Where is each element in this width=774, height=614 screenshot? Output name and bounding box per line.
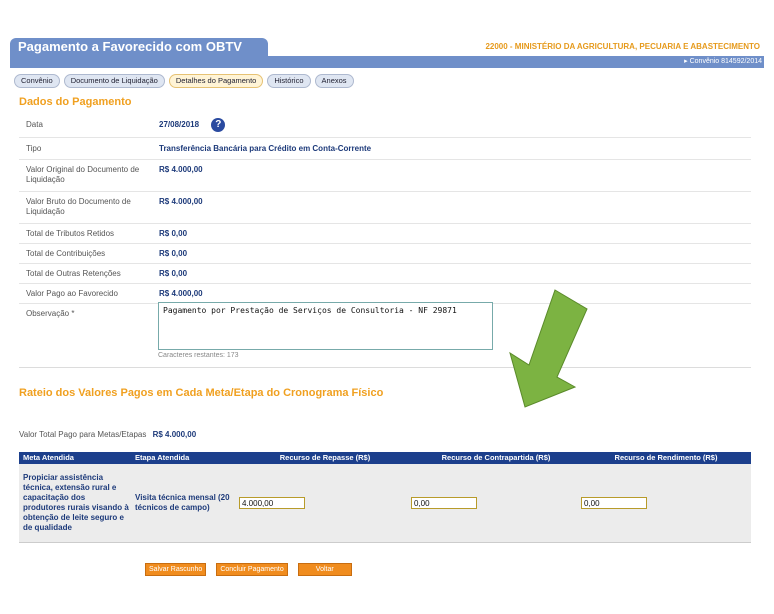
value-valor-pago: R$ 4.000,00 xyxy=(159,288,203,298)
chars-remaining: Caracteres restantes: 173 xyxy=(158,352,239,359)
help-icon[interactable]: ? xyxy=(211,117,226,132)
header-repasse: Recurso de Repasse (R$) xyxy=(279,453,371,462)
section-divider xyxy=(19,367,751,368)
label-tributos: Total de Tributos Retidos xyxy=(26,228,115,238)
concluir-pagamento-button[interactable]: Concluir Pagamento xyxy=(216,563,288,576)
repasse-input[interactable]: 4.000,00 xyxy=(239,497,305,509)
contrapartida-input[interactable]: 0,00 xyxy=(411,497,477,509)
tab-anexos[interactable]: Anexos xyxy=(314,74,354,88)
total-pago-metas: Valor Total Pago para Metas/Etapas R$ 4.… xyxy=(19,430,196,439)
label-observacao: Observação * xyxy=(26,309,75,318)
row-tipo: Tipo Transferência Bancária para Crédito… xyxy=(19,138,751,160)
green-arrow-icon xyxy=(509,289,588,408)
header-bar xyxy=(10,56,764,68)
convenio-link[interactable]: ▸ Convênio 814592/2014 xyxy=(684,57,762,67)
cell-rendimento: 0,00 xyxy=(581,497,751,509)
row-outras-retencoes: Total de Outras Retenções R$ 0,00 xyxy=(19,264,751,284)
value-tipo: Transferência Bancária para Crédito em C… xyxy=(159,143,372,153)
header-meta: Meta Atendida xyxy=(23,453,74,462)
header-etapa: Etapa Atendida xyxy=(135,453,190,462)
page-title: Pagamento a Favorecido com OBTV xyxy=(10,38,268,56)
value-tributos: R$ 0,00 xyxy=(159,228,188,238)
value-data-text: 27/08/2018 xyxy=(159,119,200,129)
cell-repasse: 4.000,00 xyxy=(239,497,411,509)
label-data: Data xyxy=(26,119,43,129)
observacao-textarea[interactable]: Pagamento por Prestação de Serviços de C… xyxy=(158,302,493,350)
section-title-rateio: Rateio dos Valores Pagos em Cada Meta/Et… xyxy=(19,387,384,399)
label-contribuicoes: Total de Contribuições xyxy=(26,248,106,258)
section-title-dados: Dados do Pagamento xyxy=(19,96,132,108)
cell-meta: Propiciar assistência técnica, extensão … xyxy=(23,473,129,532)
total-pago-label: Valor Total Pago para Metas/Etapas xyxy=(19,430,147,439)
value-valor-original: R$ 4.000,00 xyxy=(159,165,203,174)
tab-detalhes-pagamento[interactable]: Detalhes do Pagamento xyxy=(168,74,264,88)
row-valor-original: Valor Original do Documento de Liquidaçã… xyxy=(19,160,751,192)
row-tributos: Total de Tributos Retidos R$ 0,00 xyxy=(19,224,751,244)
value-outras-retencoes: R$ 0,00 xyxy=(159,268,188,278)
rendimento-input[interactable]: 0,00 xyxy=(581,497,647,509)
tab-bar: Convênio Documento de Liquidação Detalhe… xyxy=(14,74,354,88)
row-valor-pago: Valor Pago ao Favorecido R$ 4.000,00 xyxy=(19,284,751,304)
header-contrapartida: Recurso de Contrapartida (R$) xyxy=(441,453,551,462)
label-valor-pago: Valor Pago ao Favorecido xyxy=(26,288,118,298)
tab-convenio[interactable]: Convênio xyxy=(14,74,60,88)
cell-contrapartida: 0,00 xyxy=(411,497,581,509)
row-valor-bruto: Valor Bruto do Documento de Liquidação R… xyxy=(19,192,751,224)
cell-etapa: Visita técnica mensal (20 técnicos de ca… xyxy=(135,493,230,512)
value-contribuicoes: R$ 0,00 xyxy=(159,248,188,258)
tab-historico[interactable]: Histórico xyxy=(267,74,311,88)
row-data: Data 27/08/2018 ? xyxy=(19,112,751,138)
label-valor-bruto: Valor Bruto do Documento de Liquidação xyxy=(26,197,131,216)
action-buttons: Salvar Rascunho Concluir Pagamento Volta… xyxy=(145,563,352,576)
label-outras-retencoes: Total de Outras Retenções xyxy=(26,268,121,278)
row-contribuicoes: Total de Contribuições R$ 0,00 xyxy=(19,244,751,264)
value-valor-bruto: R$ 4.000,00 xyxy=(159,197,203,206)
label-tipo: Tipo xyxy=(26,143,42,153)
ministry-name: 22000 - MINISTÉRIO DA AGRICULTURA, PECUA… xyxy=(485,42,760,51)
rateio-table: Meta Atendida Etapa Atendida Recurso de … xyxy=(19,452,751,543)
label-valor-original: Valor Original do Documento de Liquidaçã… xyxy=(26,165,140,184)
value-data: 27/08/2018 ? xyxy=(159,117,226,132)
total-pago-value: R$ 4.000,00 xyxy=(152,430,197,439)
table-header: Meta Atendida Etapa Atendida Recurso de … xyxy=(19,452,751,464)
table-row: Propiciar assistência técnica, extensão … xyxy=(19,464,751,543)
voltar-button[interactable]: Voltar xyxy=(297,563,352,576)
salvar-rascunho-button[interactable]: Salvar Rascunho xyxy=(145,563,207,576)
header-rendimento: Recurso de Rendimento (R$) xyxy=(614,453,718,462)
tab-documento-liquidacao[interactable]: Documento de Liquidação xyxy=(63,74,165,88)
